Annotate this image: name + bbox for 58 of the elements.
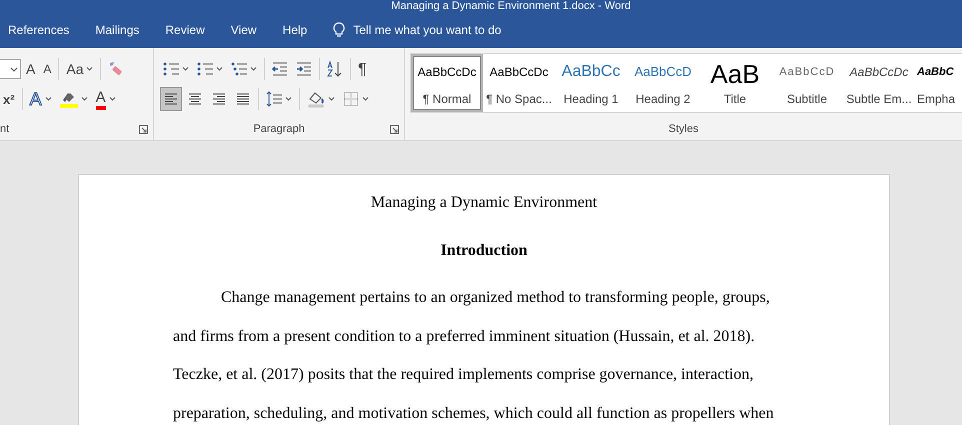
superscript-button[interactable]: x² (0, 87, 18, 111)
justify-icon (235, 92, 251, 106)
ribbon-tab[interactable]: Review (157, 23, 213, 37)
align-left-button[interactable] (160, 87, 182, 111)
caret-icon (285, 97, 292, 101)
caret-icon (86, 67, 94, 71)
caret-icon (362, 97, 369, 101)
caret-icon (80, 97, 88, 101)
ribbon-tab[interactable]: Help (274, 23, 316, 37)
style-item[interactable]: AaBbCcD Heading 2 (627, 54, 699, 112)
style-item[interactable]: AaBbCcDc ¶ No Spac... (483, 54, 555, 112)
align-center-icon (187, 92, 203, 106)
style-item[interactable]: AaBbCcDc Subtle Em... (843, 54, 915, 112)
font-size-field[interactable] (0, 59, 21, 79)
dialog-launcher-icon[interactable] (139, 125, 148, 134)
line-spacing-icon (266, 90, 282, 108)
style-item[interactable]: AaBbC Empha (915, 54, 961, 112)
caret-icon (328, 97, 335, 101)
decrease-indent-icon (272, 62, 288, 76)
ribbon-tab[interactable]: References (0, 23, 78, 37)
ribbon-tab[interactable]: View (222, 23, 265, 37)
ribbon-tab[interactable]: Mailings (87, 23, 148, 37)
style-item[interactable]: AaB Title (699, 54, 771, 112)
eraser-icon (108, 61, 124, 77)
window-title: Managing a Dynamic Environment 1.docx - Word (391, 0, 631, 12)
highlighter-icon (60, 90, 78, 108)
lightbulb-icon (333, 22, 346, 38)
caret-icon (44, 97, 52, 101)
multilevel-list-icon (231, 61, 247, 77)
tell-me-field[interactable]: Tell me what you want to do (333, 22, 554, 38)
group-label: Paragraph (253, 123, 305, 135)
align-right-icon (211, 92, 227, 106)
borders-icon (343, 91, 359, 107)
pilcrow-button[interactable]: ¶ (355, 57, 370, 81)
grow-font-button[interactable]: A (23, 57, 38, 81)
dialog-launcher-icon[interactable] (390, 125, 399, 134)
sort-icon (327, 60, 343, 78)
caret-icon (182, 67, 189, 71)
caret-icon (108, 97, 116, 101)
caret-icon (10, 66, 18, 72)
style-item[interactable]: AaBbCcD Subtitle (771, 54, 843, 112)
font-color-button[interactable]: A (92, 87, 119, 111)
group-label: Styles (668, 123, 698, 135)
numbered-list-icon (197, 61, 213, 77)
group-label: nt (0, 123, 10, 135)
caret-icon (216, 67, 223, 71)
change-case-button[interactable]: Aa (63, 57, 96, 81)
style-item[interactable]: AaBbCcDc ¶ Normal (411, 54, 483, 112)
section-heading: Introduction (440, 241, 528, 261)
caret-icon (250, 67, 257, 71)
body-paragraph: Change management pertains to an organized method to transforming people, groups, and firms from a present condition to a preferred imminent situation (Hussain, et al. 2018). Teczke, et al. (2017) posits that the required implements comprise governance, interaction, preparation, scheduling, and motivation schemes, which could all function as propellers when (173, 288, 775, 424)
style-item[interactable]: AaBbCc Heading 1 (555, 54, 627, 112)
align-left-icon (163, 92, 179, 106)
paint-bucket-icon (307, 90, 325, 108)
shrink-font-button[interactable]: A (40, 57, 54, 81)
bullet-list-icon (163, 61, 179, 77)
increase-indent-icon (296, 62, 312, 76)
document-title: Managing a Dynamic Environment (370, 193, 598, 213)
